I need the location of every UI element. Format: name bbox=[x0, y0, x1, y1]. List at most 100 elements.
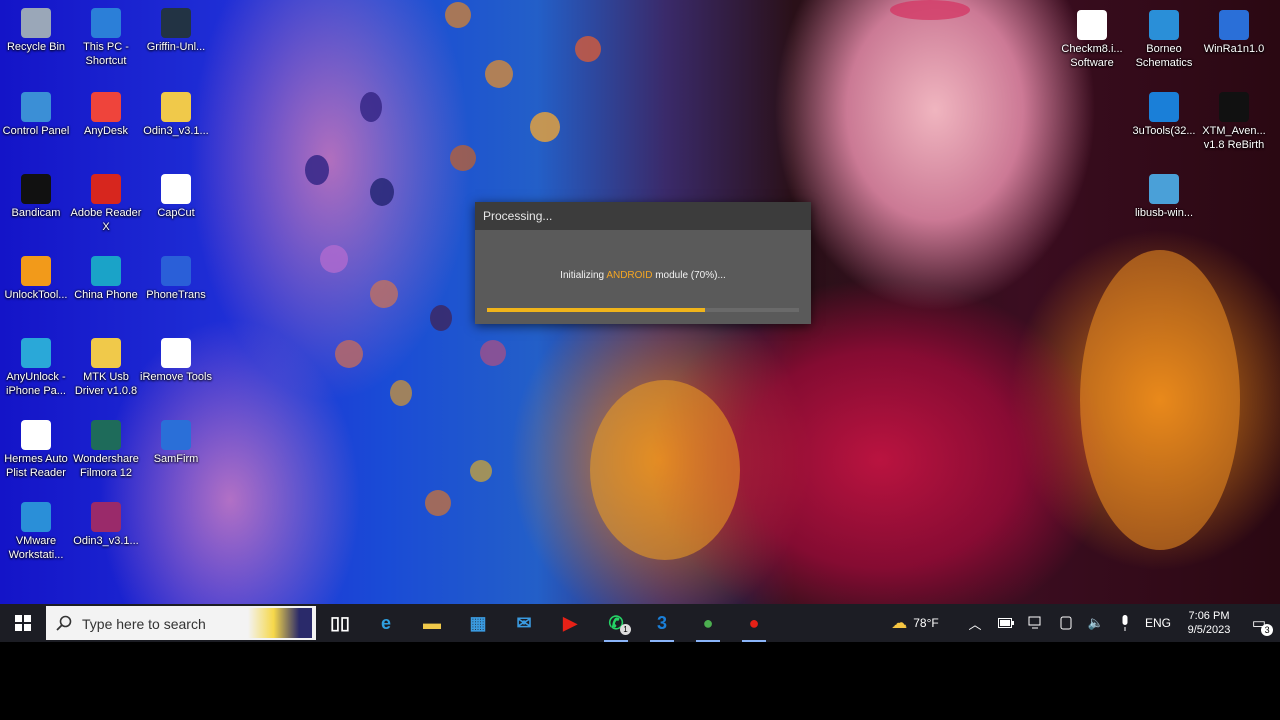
start-button[interactable] bbox=[0, 604, 46, 642]
notification-center-button[interactable]: ▭ 3 bbox=[1242, 604, 1276, 642]
phonetrans-shortcut[interactable]: PhoneTrans bbox=[140, 256, 212, 302]
wallpaper-sequin bbox=[390, 380, 412, 406]
winra1n-shortcut[interactable]: WinRa1n1.0 bbox=[1198, 10, 1270, 56]
vmware-shortcut[interactable]: VMware Workstati... bbox=[0, 502, 72, 562]
borneo-schematics-icon bbox=[1149, 10, 1179, 40]
shortcut-label: VMware Workstati... bbox=[8, 535, 64, 561]
wallpaper-sequin bbox=[360, 92, 382, 122]
unlocktool-shortcut[interactable]: UnlockTool... bbox=[0, 256, 72, 302]
running-indicator bbox=[604, 640, 628, 642]
3utools-taskbar-icon: 3 bbox=[656, 612, 667, 633]
3utools-icon bbox=[1149, 92, 1179, 122]
3utools-shortcut[interactable]: 3uTools(32... bbox=[1128, 92, 1200, 138]
weather-icon: ☁ bbox=[891, 615, 908, 632]
edge-taskbar-button[interactable]: e bbox=[366, 604, 406, 642]
shortcut-label: XTM_Aven... v1.8 ReBirth bbox=[1202, 125, 1266, 151]
dialog-message-highlight: ANDROID bbox=[606, 270, 653, 281]
shortcut-label: MTK Usb Driver v1.0.8 bbox=[74, 371, 138, 397]
weather-widget[interactable]: ☁ 78°F bbox=[884, 604, 946, 642]
desktop-screen: Recycle Bin This PC - Shortcut Griffin-Unl… bbox=[0, 0, 1280, 642]
hermes-auto-icon bbox=[21, 420, 51, 450]
whatsapp-taskbar-button[interactable]: ✆ 1 bbox=[596, 604, 636, 642]
wallpaper-sequin bbox=[485, 60, 513, 88]
libusb-win-icon bbox=[1149, 174, 1179, 204]
processing-dialog: Processing... Initializing ANDROID modul… bbox=[475, 202, 811, 324]
borneo-schematics-shortcut[interactable]: Borneo Schematics bbox=[1128, 10, 1200, 70]
language-label: ENG bbox=[1144, 616, 1171, 630]
shortcut-label: Recycle Bin bbox=[6, 41, 66, 53]
hermes-auto-shortcut[interactable]: Hermes Auto Plist Reader bbox=[0, 420, 72, 480]
wondershare-filmora-icon bbox=[91, 420, 121, 450]
odin-folder-shortcut[interactable]: Odin3_v3.1... bbox=[140, 92, 212, 138]
microphone-icon[interactable] bbox=[1114, 604, 1136, 642]
capcut-icon bbox=[161, 174, 191, 204]
recycle-bin-icon bbox=[21, 8, 51, 38]
samfirm-shortcut[interactable]: SamFirm bbox=[140, 420, 212, 466]
windows-logo-icon bbox=[15, 615, 31, 631]
shortcut-label: iRemove Tools bbox=[140, 371, 212, 383]
shortcut-label: Odin3_v3.1... bbox=[143, 125, 209, 137]
shortcut-label: Griffin-Unl... bbox=[146, 41, 206, 53]
odin-archive-icon bbox=[91, 502, 121, 532]
wallpaper-sequin bbox=[370, 280, 398, 308]
wallpaper-sequin bbox=[575, 36, 601, 62]
checkm8-icon bbox=[1077, 10, 1107, 40]
this-pc-shortcut[interactable]: This PC - Shortcut bbox=[70, 8, 142, 68]
anydesk-shortcut[interactable]: AnyDesk bbox=[70, 92, 142, 138]
task-view-taskbar-button[interactable]: ▯▯ bbox=[320, 604, 360, 642]
mail-taskbar-button[interactable]: ✉ bbox=[504, 604, 544, 642]
wallpaper-sequin bbox=[450, 145, 476, 171]
file-explorer-taskbar-button[interactable]: ▬ bbox=[412, 604, 452, 642]
mtk-usb-driver-shortcut[interactable]: MTK Usb Driver v1.0.8 bbox=[70, 338, 142, 398]
clock-date: 9/5/2023 bbox=[1187, 624, 1231, 636]
griffin-unlocker-icon bbox=[161, 8, 191, 38]
clock[interactable]: 7:06 PM 9/5/2023 bbox=[1178, 604, 1240, 642]
shortcut-label: Hermes Auto Plist Reader bbox=[4, 453, 68, 479]
shortcut-label: UnlockTool... bbox=[4, 289, 68, 301]
adobe-reader-shortcut[interactable]: Adobe Reader X bbox=[70, 174, 142, 234]
iremove-tools-shortcut[interactable]: iRemove Tools bbox=[140, 338, 212, 384]
vmware-icon bbox=[21, 502, 51, 532]
anyunlock-shortcut[interactable]: AnyUnlock - iPhone Pa... bbox=[0, 338, 72, 398]
task-view-icon: ▯▯ bbox=[330, 612, 350, 633]
recycle-bin-shortcut[interactable]: Recycle Bin bbox=[0, 8, 72, 54]
capcut-shortcut[interactable]: CapCut bbox=[140, 174, 212, 220]
network-icon[interactable] bbox=[1024, 604, 1048, 642]
xtm-avengers-shortcut[interactable]: XTM_Aven... v1.8 ReBirth bbox=[1198, 92, 1270, 152]
wallpaper-bindi bbox=[890, 0, 970, 20]
shortcut-label: CapCut bbox=[157, 207, 195, 219]
dialog-title: Processing... bbox=[475, 202, 811, 230]
anyunlock-icon bbox=[21, 338, 51, 368]
mtk-usb-driver-icon bbox=[91, 338, 121, 368]
control-panel-shortcut[interactable]: Control Panel bbox=[0, 92, 72, 138]
youtube-taskbar-button[interactable]: ▶ bbox=[550, 604, 590, 642]
shortcut-label: AnyDesk bbox=[83, 125, 129, 137]
shortcut-label: WinRa1n1.0 bbox=[1203, 43, 1265, 55]
progress-bar bbox=[487, 308, 799, 312]
shortcut-label: Bandicam bbox=[11, 207, 61, 219]
microsoft-store-taskbar-button[interactable]: ▦ bbox=[458, 604, 498, 642]
libusb-win-shortcut[interactable]: libusb-win... bbox=[1128, 174, 1200, 220]
wondershare-filmora-shortcut[interactable]: Wondershare Filmora 12 bbox=[70, 420, 142, 480]
shortcut-label: SamFirm bbox=[153, 453, 199, 465]
china-phone-shortcut[interactable]: China Phone bbox=[70, 256, 142, 302]
record-taskbar-button[interactable]: ● bbox=[734, 604, 774, 642]
griffin-unlocker-shortcut[interactable]: Griffin-Unl... bbox=[140, 8, 212, 54]
shortcut-label: Borneo Schematics bbox=[1135, 43, 1193, 69]
wallpaper-garland bbox=[590, 380, 740, 560]
shortcut-label: PhoneTrans bbox=[146, 289, 206, 301]
battery-icon[interactable] bbox=[994, 604, 1018, 642]
chrome-taskbar-button[interactable]: ● bbox=[688, 604, 728, 642]
search-box[interactable]: Type here to search bbox=[46, 606, 316, 640]
winra1n-icon bbox=[1219, 10, 1249, 40]
iremove-tools-icon bbox=[161, 338, 191, 368]
show-hidden-icons-button[interactable]: ︿ bbox=[964, 604, 986, 642]
bandicam-shortcut[interactable]: Bandicam bbox=[0, 174, 72, 220]
3utools-taskbar-taskbar-button[interactable]: 3 bbox=[642, 604, 682, 642]
checkm8-shortcut[interactable]: Checkm8.i... Software bbox=[1056, 10, 1128, 70]
volume-icon[interactable]: 🔈 bbox=[1084, 604, 1108, 642]
shortcut-label: China Phone bbox=[74, 289, 138, 301]
language-indicator[interactable]: ENG bbox=[1140, 604, 1176, 642]
odin-archive-shortcut[interactable]: Odin3_v3.1... bbox=[70, 502, 142, 548]
meet-now-icon[interactable] bbox=[1054, 604, 1078, 642]
